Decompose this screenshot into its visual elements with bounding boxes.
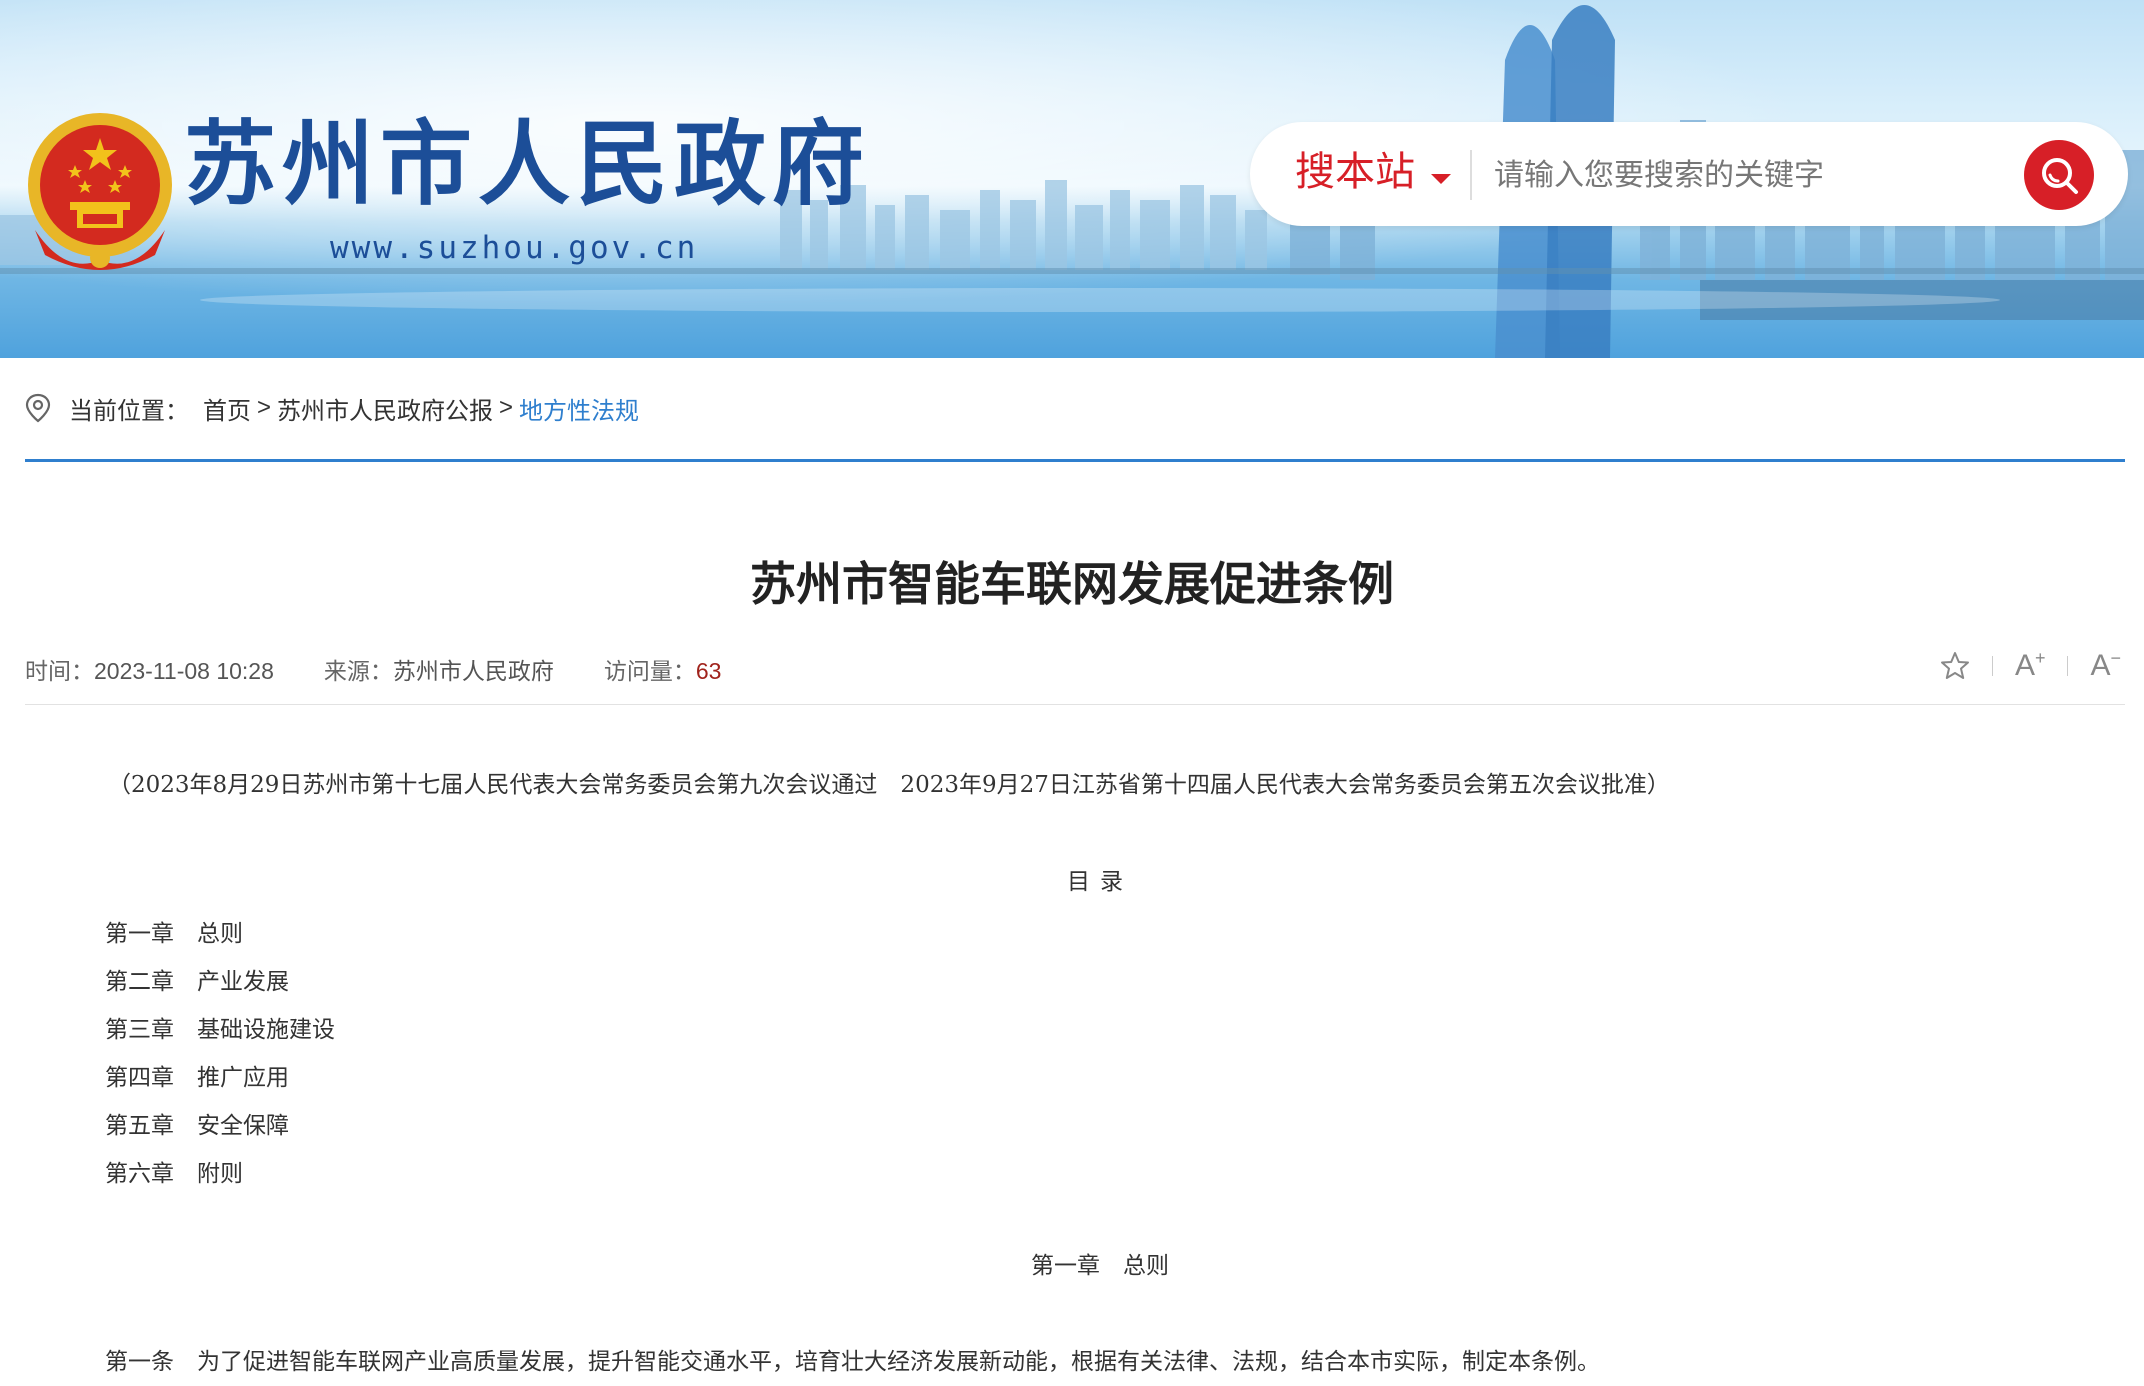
meta-source-value: 苏州市人民政府: [392, 658, 554, 684]
meta-divider: [25, 704, 2125, 705]
tools-divider: [2067, 655, 2069, 676]
breadcrumb-separator: >: [499, 394, 514, 421]
breadcrumb-separator: >: [257, 394, 272, 421]
breadcrumb-home-link[interactable]: 首页: [203, 391, 251, 426]
breadcrumb-divider: [25, 459, 2125, 462]
toc-heading: 目录: [1067, 869, 1133, 895]
article-tools: A+ A−: [1940, 648, 2121, 683]
site-title: 苏州市人民政府: [184, 110, 871, 218]
header-banner: 苏州市人民政府 www.suzhou.gov.cn 搜本站: [0, 0, 2144, 358]
breadcrumb-gazette-link[interactable]: 苏州市人民政府公报: [277, 391, 493, 426]
table-of-contents: 第一章 总则 第二章 产业发展 第三章 基础设施建设 第四章 推广应用 第五章 …: [105, 910, 335, 1198]
article-title: 苏州市智能车联网发展促进条例: [750, 557, 1394, 611]
meta-visits: 访问量：63: [604, 652, 722, 686]
search-icon: [2042, 158, 2078, 194]
caret-down-icon[interactable]: [1431, 174, 1451, 184]
meta-time: 时间：2023-11-08 10:28: [25, 652, 274, 686]
font-decrease-button[interactable]: A−: [2090, 648, 2121, 683]
toc-item: 第三章 基础设施建设: [105, 1017, 335, 1043]
toc-item: 第二章 产业发展: [105, 969, 289, 995]
breadcrumb-regulations-link[interactable]: 地方性法规: [519, 391, 639, 426]
font-increase-label: A: [2014, 649, 2035, 682]
meta-time-value: 2023-11-08 10:28: [94, 658, 274, 684]
font-increase-button[interactable]: A+: [2015, 648, 2046, 683]
adoption-note: （2023年8月29日苏州市第十七届人民代表大会常务委员会第九次会议通过 202…: [108, 772, 1670, 798]
chapter-heading: 第一章 总则: [1031, 1253, 1169, 1279]
meta-time-label: 时间：: [25, 658, 94, 684]
search-input[interactable]: [1492, 144, 2016, 206]
font-decrease-label: A: [2090, 649, 2111, 682]
font-decrease-sup: −: [2110, 648, 2121, 668]
search-scope-dropdown[interactable]: 搜本站: [1295, 148, 1415, 196]
site-url: www.suzhou.gov.cn: [330, 230, 699, 266]
star-icon[interactable]: [1940, 651, 1970, 681]
search-bar: 搜本站: [1250, 122, 2128, 226]
toc-item: 第六章 附则: [105, 1161, 243, 1187]
national-emblem-icon: [28, 113, 172, 270]
toc-item: 第一章 总则: [105, 921, 243, 947]
search-button[interactable]: [2024, 140, 2094, 210]
article-paragraph: 第一条 为了促进智能车联网产业高质量发展，提升智能交通水平，培育壮大经济发展新动…: [105, 1349, 1600, 1375]
meta-source: 来源：苏州市人民政府: [324, 652, 554, 686]
meta-visits-value: 63: [695, 658, 722, 684]
tools-divider: [1991, 655, 1993, 676]
meta-visits-label: 访问量：: [603, 658, 696, 684]
article-meta: 时间：2023-11-08 10:28 来源：苏州市人民政府 访问量：63: [25, 652, 771, 686]
breadcrumb: 当前位置： 首页 > 苏州市人民政府公报 > 地方性法规: [25, 388, 639, 428]
breadcrumb-label: 当前位置：: [69, 397, 189, 425]
location-pin-icon: [25, 393, 51, 423]
toc-item: 第五章 安全保障: [105, 1113, 289, 1139]
search-divider: [1470, 150, 1472, 200]
font-increase-sup: +: [2034, 648, 2046, 668]
meta-source-label: 来源：: [323, 658, 393, 684]
toc-item: 第四章 推广应用: [105, 1065, 289, 1091]
